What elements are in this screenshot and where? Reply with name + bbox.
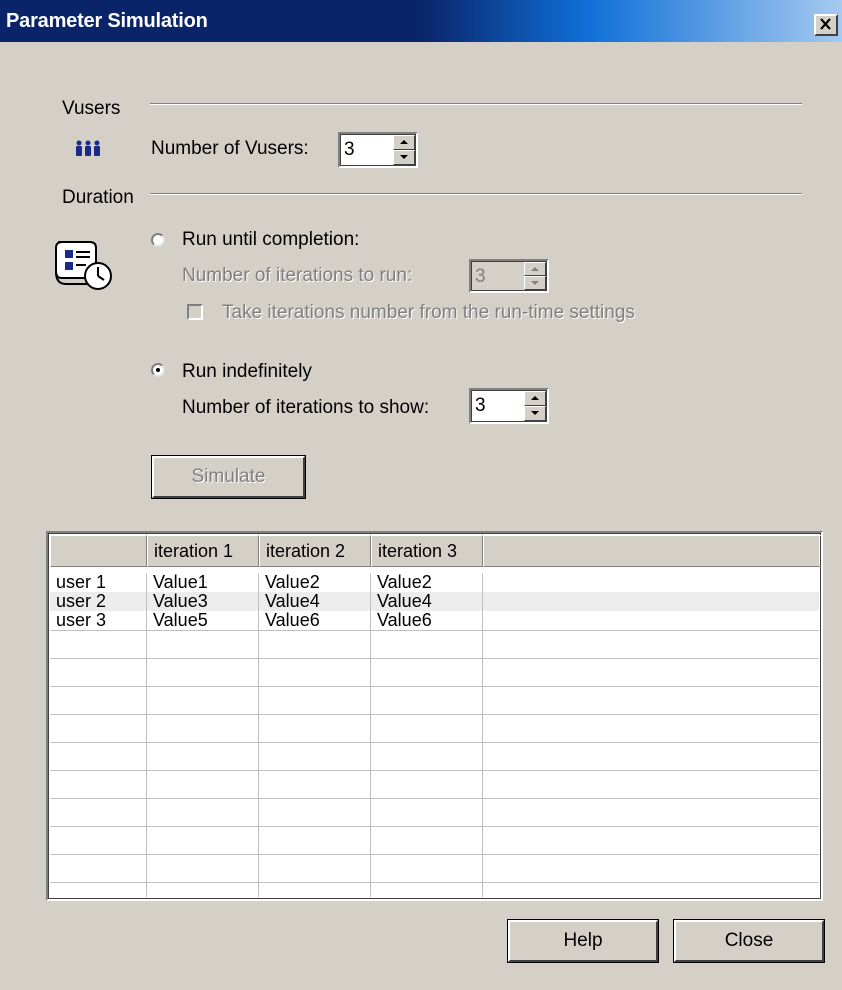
grid-line (50, 770, 819, 771)
run-indefinitely-label[interactable]: Run indefinitely (182, 361, 312, 383)
grid-header-iteration-3[interactable]: iteration 3 (371, 535, 483, 567)
grid-line (50, 854, 819, 855)
table-cell[interactable]: Value2 (371, 573, 483, 592)
grid-header-empty[interactable] (483, 535, 821, 567)
table-cell[interactable]: Value5 (147, 611, 259, 630)
table-cell[interactable]: Value2 (259, 573, 371, 592)
close-button[interactable]: Close (673, 919, 825, 963)
help-button[interactable]: Help (507, 919, 659, 963)
title-bar: Parameter Simulation (0, 0, 842, 42)
users-icon (76, 140, 100, 156)
close-window-button[interactable] (814, 14, 838, 36)
grid-header-iteration-2[interactable]: iteration 2 (259, 535, 371, 567)
run-indefinitely-radio[interactable] (151, 363, 165, 377)
table-cell[interactable]: Value4 (259, 592, 371, 611)
table-cell[interactable]: Value6 (371, 611, 483, 630)
table-row[interactable]: user 3 Value5 Value6 Value6 (50, 611, 819, 630)
grid-line (50, 630, 819, 631)
grid-line (50, 686, 819, 687)
vusers-down-arrow-icon[interactable] (393, 150, 415, 165)
table-cell[interactable]: Value4 (371, 592, 483, 611)
table-cell[interactable]: Value1 (147, 573, 259, 592)
run-until-completion-radio[interactable] (151, 233, 165, 247)
close-icon (820, 18, 831, 30)
iterations-show-up-arrow-icon[interactable] (524, 391, 546, 406)
grid-header-corner[interactable] (50, 535, 147, 567)
row-header-cell[interactable]: user 1 (50, 573, 147, 592)
grid-line (50, 826, 819, 827)
grid-header-iteration-1[interactable]: iteration 1 (147, 535, 259, 567)
iterations-to-run-value[interactable]: 3 (475, 266, 486, 288)
simulate-button[interactable]: Simulate (151, 455, 306, 499)
row-header-cell[interactable]: user 3 (50, 611, 147, 630)
iterations-to-run-label: Number of iterations to run: (182, 265, 413, 286)
grid-line (50, 798, 819, 799)
iterations-run-down-arrow-icon[interactable] (524, 276, 546, 290)
close-button-label: Close (724, 930, 774, 951)
simulation-results-grid[interactable]: iteration 1 iteration 2 iteration 3 user… (46, 531, 823, 901)
iterations-to-show-stepper[interactable]: 3 (469, 388, 549, 424)
duration-group-label: Duration (62, 187, 134, 208)
table-cell[interactable]: Value6 (259, 611, 371, 630)
iterations-to-show-value[interactable]: 3 (475, 395, 486, 417)
script-clock-icon (55, 241, 112, 290)
grid-line (50, 742, 819, 743)
vusers-count-value[interactable]: 3 (344, 139, 355, 161)
grid-header-row: iteration 1 iteration 2 iteration 3 (50, 535, 821, 567)
grid-line (482, 630, 483, 897)
vusers-group-label: Vusers (62, 98, 121, 119)
vusers-count-stepper[interactable]: 3 (338, 132, 418, 168)
take-iterations-label[interactable]: Take iterations number from the run-time… (222, 302, 635, 324)
table-cell[interactable]: Value3 (147, 592, 259, 611)
grid-line (146, 630, 147, 897)
vusers-up-arrow-icon[interactable] (393, 135, 415, 150)
simulate-button-label: Simulate (191, 466, 266, 487)
table-row[interactable]: user 1 Value1 Value2 Value2 (50, 573, 819, 592)
grid-line (50, 658, 819, 659)
duration-divider (150, 193, 802, 195)
vusers-count-label: Number of Vusers: (151, 138, 309, 159)
grid-line (258, 630, 259, 897)
vusers-divider (150, 103, 802, 105)
run-until-completion-label[interactable]: Run until completion: (182, 229, 359, 251)
grid-line (50, 882, 819, 883)
iterations-show-down-arrow-icon[interactable] (524, 406, 546, 421)
window-title: Parameter Simulation (6, 10, 208, 32)
grid-line (50, 714, 819, 715)
help-button-label: Help (563, 930, 603, 951)
iterations-to-show-label: Number of iterations to show: (182, 397, 430, 418)
row-header-cell[interactable]: user 2 (50, 592, 147, 611)
take-iterations-checkbox[interactable] (187, 304, 203, 320)
table-row[interactable]: user 2 Value3 Value4 Value4 (50, 592, 819, 611)
iterations-to-run-stepper[interactable]: 3 (469, 259, 549, 293)
iterations-run-up-arrow-icon[interactable] (524, 262, 546, 276)
grid-line (370, 630, 371, 897)
